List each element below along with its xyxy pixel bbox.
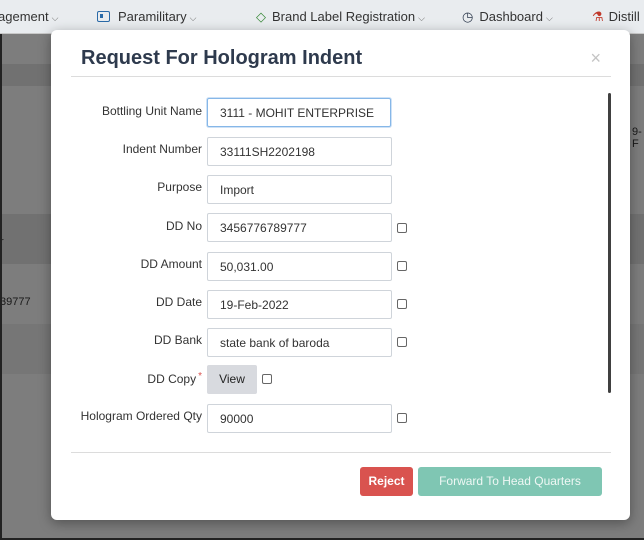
- purpose-label: Purpose: [157, 180, 202, 194]
- modal-scrollbar[interactable]: [608, 93, 611, 393]
- flask-icon: ⚗: [592, 9, 604, 24]
- nav-item-label: Brand Label Registration: [272, 9, 416, 24]
- dd-date-field[interactable]: 19-Feb-2022: [207, 290, 392, 319]
- dd-copy-label-text: DD Copy: [147, 372, 197, 386]
- chevron-down-icon: ⌵: [189, 13, 197, 23]
- nav-item-label: Distill: [608, 9, 640, 24]
- dd-amount-field[interactable]: 50,031.00: [207, 252, 392, 281]
- dd-bank-field[interactable]: state bank of baroda: [207, 328, 392, 357]
- hologram-ordered-qty-checkbox[interactable]: [397, 413, 407, 423]
- nav-item-management[interactable]: agement ⌵: [0, 0, 58, 34]
- chevron-down-icon: ⌵: [545, 13, 553, 23]
- nav-item-distillery[interactable]: ⚗ Distill: [592, 0, 640, 34]
- dd-date-label: DD Date: [155, 295, 202, 309]
- bottling-unit-name-field[interactable]: 3111 - MOHIT ENTERPRISE: [207, 98, 391, 127]
- dd-no-label: DD No: [165, 219, 202, 233]
- dd-no-field[interactable]: 3456776789777: [207, 213, 392, 242]
- close-icon[interactable]: ×: [590, 48, 601, 69]
- nav-item-label: agement: [0, 9, 49, 24]
- hologram-indent-modal: Request For Hologram Indent × Bottling U…: [51, 30, 630, 520]
- dashboard-icon: ◷: [462, 9, 474, 24]
- dd-copy-checkbox[interactable]: [262, 374, 272, 384]
- modal-title: Request For Hologram Indent: [81, 47, 363, 69]
- footer-divider: [71, 452, 611, 453]
- top-navigation: agement ⌵ Paramilitary ⌵ ◇ Brand Label Regi…: [0, 0, 644, 34]
- dd-amount-label: DD Amount: [140, 257, 202, 271]
- chevron-down-icon: ⌵: [418, 13, 425, 23]
- nav-item-label: Dashboard: [479, 9, 543, 24]
- purpose-field[interactable]: Import: [207, 175, 392, 204]
- dd-bank-label: DD Bank: [153, 333, 202, 347]
- window-edge-left: [0, 34, 2, 540]
- nav-item-dashboard[interactable]: ◷ Dashboard ⌵: [462, 0, 553, 34]
- dd-amount-checkbox[interactable]: [397, 261, 407, 271]
- nav-item-brand-label-registration[interactable]: ◇ Brand Label Registration ⌵: [256, 0, 425, 34]
- header-divider: [71, 76, 611, 77]
- nav-item-paramilitary[interactable]: Paramilitary ⌵: [97, 0, 196, 34]
- hologram-ordered-qty-label: Hologram Ordered Qty: [80, 409, 202, 423]
- nav-item-label: Paramilitary: [118, 9, 187, 24]
- dd-bank-checkbox[interactable]: [397, 337, 407, 347]
- dd-date-checkbox[interactable]: [397, 299, 407, 309]
- reject-button[interactable]: Reject: [360, 467, 413, 496]
- hologram-ordered-qty-field[interactable]: 90000: [207, 404, 392, 433]
- tag-icon: ◇: [256, 9, 266, 24]
- chevron-down-icon: ⌵: [51, 13, 59, 23]
- required-marker: *: [198, 371, 202, 382]
- view-dd-copy-button[interactable]: View: [207, 365, 257, 394]
- forward-to-head-quarters-button[interactable]: Forward To Head Quarters: [418, 467, 602, 496]
- indent-number-label: Indent Number: [122, 142, 202, 156]
- id-card-icon: [97, 11, 110, 22]
- dd-no-checkbox[interactable]: [397, 223, 407, 233]
- dd-copy-label: DD Copy *: [147, 371, 202, 386]
- bottling-unit-name-label: Bottling Unit Name: [101, 104, 202, 118]
- indent-number-field[interactable]: 33111SH2202198: [207, 137, 392, 166]
